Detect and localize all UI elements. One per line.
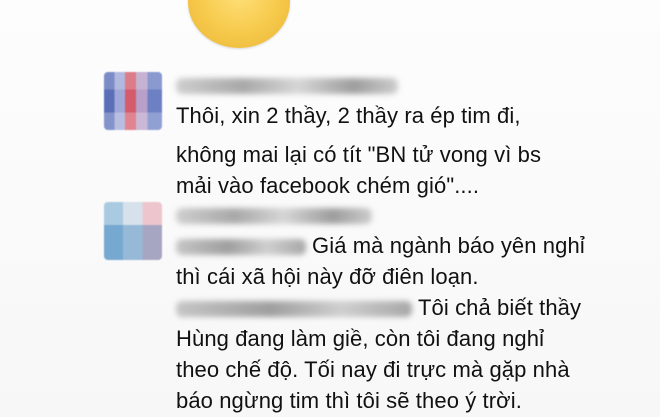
comment-text-line: báo ngừng tim thì tôi sẽ theo ý trời. [176,388,522,413]
comment-text-line: Thôi, xin 2 thầy, 2 thầy ra ép tim đi, [176,103,521,128]
haha-emoji-icon [188,0,290,48]
blurred-mention[interactable] [176,239,306,256]
comment-text-line: mải vào facebook chém gió".... [176,173,480,198]
blurred-mention[interactable] [176,301,412,318]
blurred-author-name[interactable] [176,208,372,224]
comment-text-line: theo chế độ. Tối nay đi trực mà gặp nhà [176,357,570,382]
comment-thread-screenshot: Thôi, xin 2 thầy, 2 thầy ra ép tim đi, k… [0,0,660,417]
comment-text-line: thì cái xã hội này đỡ điên loạn. [176,264,479,289]
blurred-author-name[interactable] [176,78,398,94]
comment-text-line: Tôi chả biết thầy [176,294,581,322]
comment-text-line: không mai lại có tít "BN tử vong vì bs [176,142,542,167]
comment-text-line: Hùng đang làm giề, còn tôi đang nghỉ [176,326,545,351]
comment-text-segment: Giá mà ngành báo yên nghỉ [312,233,585,258]
avatar[interactable] [104,202,162,260]
avatar[interactable] [104,72,162,130]
comment-text-segment: Tôi chả biết thầy [418,295,582,320]
comment-text-line: Giá mà ngành báo yên nghỉ [176,232,585,260]
